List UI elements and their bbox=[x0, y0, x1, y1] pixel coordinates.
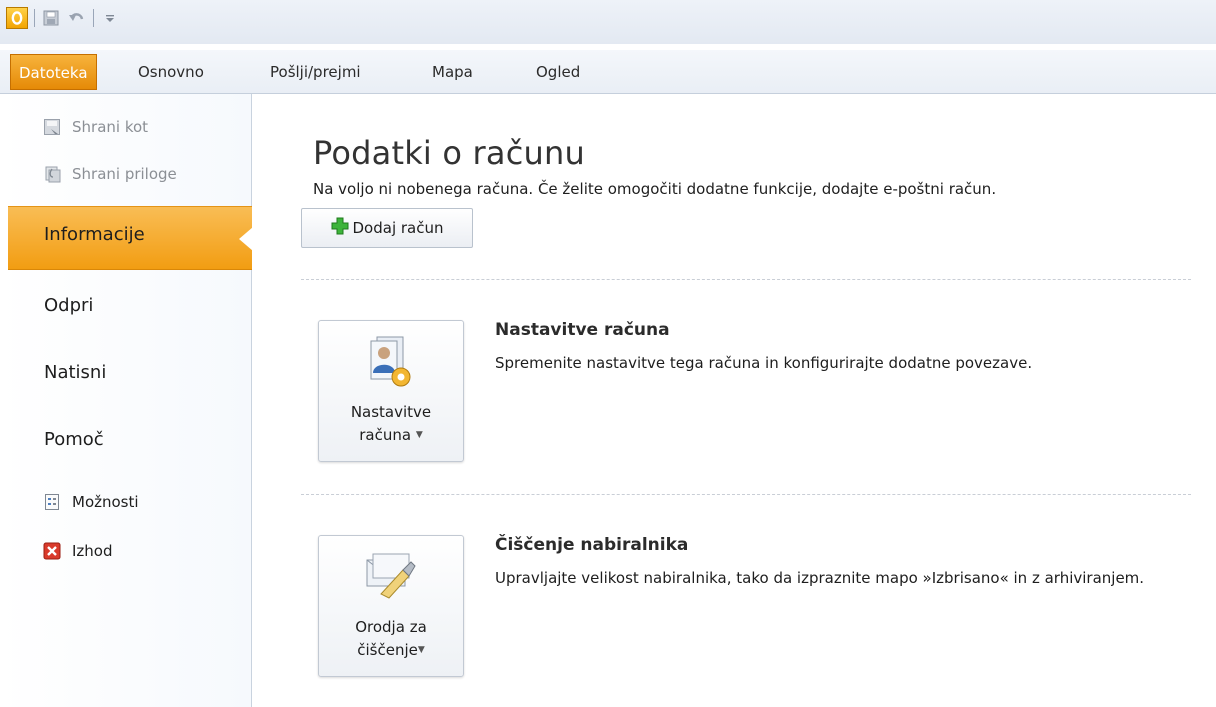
section-divider bbox=[301, 494, 1191, 495]
qat-separator bbox=[93, 9, 94, 27]
nav-tab-help[interactable]: Pomoč bbox=[44, 425, 104, 455]
save-icon[interactable] bbox=[41, 8, 61, 28]
nav-tab-open[interactable]: Odpri bbox=[44, 291, 93, 321]
backstage-nav: Shrani kot Shrani priloge Informacije Od… bbox=[0, 94, 253, 707]
ribbon-tabs: Datoteka Osnovno Pošlji/prejmi Mapa Ogle… bbox=[0, 50, 1216, 94]
save-as-button[interactable]: Shrani kot bbox=[42, 114, 148, 140]
section-divider bbox=[301, 279, 1191, 280]
outlook-icon[interactable] bbox=[6, 7, 28, 29]
info-page: Podatki o računu Na voljo ni nobenega ra… bbox=[253, 94, 1216, 707]
account-settings-label-line2: računa ▼ bbox=[319, 424, 463, 447]
selection-notch bbox=[239, 227, 253, 251]
cleanup-tools-label-line2: čiščenje▼ bbox=[319, 639, 463, 662]
qat-separator bbox=[34, 9, 35, 27]
tab-file[interactable]: Datoteka bbox=[10, 54, 97, 90]
tab-folder[interactable]: Mapa bbox=[424, 54, 481, 90]
mailbox-cleanup-title: Čiščenje nabiralnika bbox=[495, 535, 689, 555]
options-button[interactable]: Možnosti bbox=[42, 489, 139, 515]
exit-icon bbox=[42, 541, 62, 561]
tab-send-receive[interactable]: Pošlji/prejmi bbox=[262, 54, 369, 90]
options-icon bbox=[42, 492, 62, 512]
tab-home[interactable]: Osnovno bbox=[130, 54, 212, 90]
chevron-down-icon: ▼ bbox=[415, 430, 423, 440]
save-attachments-button[interactable]: Shrani priloge bbox=[42, 161, 177, 187]
account-settings-button[interactable]: Nastavitve računa ▼ bbox=[318, 320, 464, 462]
account-settings-description: Spremenite nastavitve tega računa in kon… bbox=[495, 354, 1033, 372]
account-settings-label-text: računa bbox=[359, 426, 412, 444]
exit-button[interactable]: Izhod bbox=[42, 538, 113, 564]
plus-icon bbox=[331, 217, 349, 239]
page-title: Podatki o računu bbox=[313, 134, 585, 172]
cleanup-tools-button[interactable]: Orodja za čiščenje▼ bbox=[318, 535, 464, 677]
account-settings-button-label: Nastavitve računa ▼ bbox=[319, 401, 463, 447]
customize-qat-icon[interactable] bbox=[100, 8, 120, 28]
account-settings-title: Nastavitve računa bbox=[495, 320, 670, 340]
quick-access-toolbar bbox=[0, 0, 1216, 44]
qat-row bbox=[6, 6, 120, 30]
nav-tab-info[interactable]: Informacije bbox=[8, 206, 253, 270]
cleanup-tools-label-line1: Orodja za bbox=[355, 618, 427, 636]
mailbox-cleanup-description: Upravljajte velikost nabiralnika, tako d… bbox=[495, 569, 1145, 587]
cleanup-tools-button-label: Orodja za čiščenje▼ bbox=[319, 616, 463, 662]
page-description: Na voljo ni nobenega računa. Če želite o… bbox=[313, 180, 997, 198]
add-account-label: Dodaj račun bbox=[352, 219, 444, 237]
save-as-icon bbox=[42, 117, 62, 137]
nav-tab-print[interactable]: Natisni bbox=[44, 358, 106, 388]
add-account-button[interactable]: Dodaj račun bbox=[301, 208, 473, 248]
account-settings-label-line1: Nastavitve bbox=[350, 403, 432, 421]
tab-view[interactable]: Ogled bbox=[528, 54, 588, 90]
save-attachments-label: Shrani priloge bbox=[72, 165, 177, 183]
chevron-down-icon: ▼ bbox=[417, 645, 425, 655]
exit-label: Izhod bbox=[72, 542, 113, 560]
cleanup-tools-label-text: čiščenje bbox=[357, 641, 418, 659]
save-as-label: Shrani kot bbox=[72, 118, 149, 136]
undo-icon[interactable] bbox=[67, 8, 87, 28]
save-attachments-icon bbox=[42, 164, 62, 184]
options-label: Možnosti bbox=[72, 493, 139, 511]
cleanup-tools-icon bbox=[359, 550, 419, 606]
nav-tab-info-label: Informacije bbox=[44, 224, 145, 245]
account-settings-icon bbox=[359, 335, 419, 391]
